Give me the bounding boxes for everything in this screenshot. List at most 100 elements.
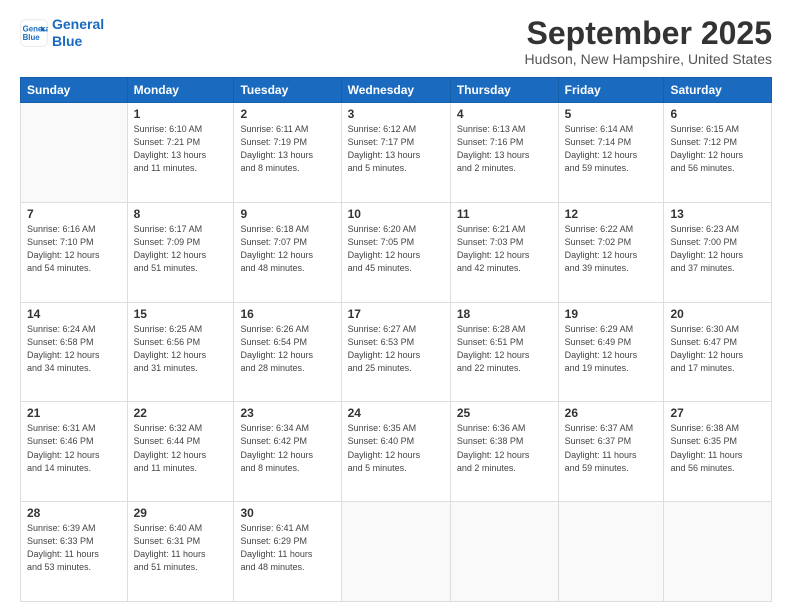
day-number: 13 [670, 207, 765, 221]
logo-label2: Blue [52, 33, 82, 49]
day-number: 26 [565, 406, 658, 420]
calendar-cell: 4Sunrise: 6:13 AMSunset: 7:16 PMDaylight… [450, 103, 558, 203]
location-title: Hudson, New Hampshire, United States [525, 51, 772, 67]
calendar-cell: 7Sunrise: 6:16 AMSunset: 7:10 PMDaylight… [21, 202, 128, 302]
calendar-cell: 19 Sunrise: 6:29 AMSunset: 6:49 PMDayligh… [558, 302, 664, 402]
logo-text: General Blue [52, 16, 104, 50]
day-info: Sunrise: 6:17 AMSunset: 7:09 PMDaylight:… [134, 223, 228, 275]
day-info: Sunrise: 6:34 AMSunset: 6:42 PMDaylight:… [240, 422, 334, 474]
day-number: 3 [348, 107, 444, 121]
logo-icon: General Blue [20, 19, 48, 47]
page: General Blue General Blue September 2025… [0, 0, 792, 612]
calendar-cell: 18 Sunrise: 6:28 AMSunset: 6:51 PMDayligh… [450, 302, 558, 402]
calendar-cell: 27 Sunrise: 6:38 AMSunset: 6:35 PMDayligh… [664, 402, 772, 502]
day-info: Sunrise: 6:39 AMSunset: 6:33 PMDaylight:… [27, 522, 121, 574]
calendar-cell [21, 103, 128, 203]
day-number: 1 [134, 107, 228, 121]
day-info: Sunrise: 6:12 AMSunset: 7:17 PMDaylight:… [348, 123, 444, 175]
calendar-cell: 10 Sunrise: 6:20 AMSunset: 7:05 PMDayligh… [341, 202, 450, 302]
day-number: 19 [565, 307, 658, 321]
day-number: 21 [27, 406, 121, 420]
weekday-header-friday: Friday [558, 78, 664, 103]
calendar-cell: 28Sunrise: 6:39 AMSunset: 6:33 PMDayligh… [21, 502, 128, 602]
day-info: Sunrise: 6:23 AMSunset: 7:00 PMDaylight:… [670, 223, 765, 275]
day-info: Sunrise: 6:24 AMSunset: 6:58 PMDaylight:… [27, 323, 121, 375]
calendar-cell: 20Sunrise: 6:30 AMSunset: 6:47 PMDayligh… [664, 302, 772, 402]
calendar-cell: 2 Sunrise: 6:11 AMSunset: 7:19 PMDaylight… [234, 103, 341, 203]
day-info: Sunrise: 6:26 AMSunset: 6:54 PMDaylight:… [240, 323, 334, 375]
day-info: Sunrise: 6:29 AMSunset: 6:49 PMDaylight:… [565, 323, 658, 375]
day-number: 27 [670, 406, 765, 420]
calendar-week-row: 14 Sunrise: 6:24 AMSunset: 6:58 PMDayligh… [21, 302, 772, 402]
weekday-header-sunday: Sunday [21, 78, 128, 103]
weekday-header-tuesday: Tuesday [234, 78, 341, 103]
calendar-cell: 16 Sunrise: 6:26 AMSunset: 6:54 PMDayligh… [234, 302, 341, 402]
calendar-cell: 29 Sunrise: 6:40 AMSunset: 6:31 PMDayligh… [127, 502, 234, 602]
logo: General Blue General Blue [20, 16, 104, 50]
day-info: Sunrise: 6:22 AMSunset: 7:02 PMDaylight:… [565, 223, 658, 275]
calendar-cell: 9Sunrise: 6:18 AMSunset: 7:07 PMDaylight… [234, 202, 341, 302]
day-number: 15 [134, 307, 228, 321]
calendar-cell: 1 Sunrise: 6:10 AMSunset: 7:21 PMDaylight… [127, 103, 234, 203]
day-info: Sunrise: 6:30 AMSunset: 6:47 PMDaylight:… [670, 323, 765, 375]
calendar-table: SundayMondayTuesdayWednesdayThursdayFrid… [20, 77, 772, 602]
weekday-header-monday: Monday [127, 78, 234, 103]
day-info: Sunrise: 6:37 AMSunset: 6:37 PMDaylight:… [565, 422, 658, 474]
calendar-cell: 8 Sunrise: 6:17 AMSunset: 7:09 PMDaylight… [127, 202, 234, 302]
day-number: 24 [348, 406, 444, 420]
day-number: 23 [240, 406, 334, 420]
weekday-header-thursday: Thursday [450, 78, 558, 103]
day-info: Sunrise: 6:25 AMSunset: 6:56 PMDaylight:… [134, 323, 228, 375]
day-info: Sunrise: 6:36 AMSunset: 6:38 PMDaylight:… [457, 422, 552, 474]
day-number: 14 [27, 307, 121, 321]
calendar-cell: 22 Sunrise: 6:32 AMSunset: 6:44 PMDayligh… [127, 402, 234, 502]
day-info: Sunrise: 6:10 AMSunset: 7:21 PMDaylight:… [134, 123, 228, 175]
calendar-week-row: 28Sunrise: 6:39 AMSunset: 6:33 PMDayligh… [21, 502, 772, 602]
day-info: Sunrise: 6:35 AMSunset: 6:40 PMDaylight:… [348, 422, 444, 474]
day-info: Sunrise: 6:21 AMSunset: 7:03 PMDaylight:… [457, 223, 552, 275]
day-info: Sunrise: 6:18 AMSunset: 7:07 PMDaylight:… [240, 223, 334, 275]
title-block: September 2025 Hudson, New Hampshire, Un… [525, 16, 772, 67]
day-number: 30 [240, 506, 334, 520]
calendar-cell: 13 Sunrise: 6:23 AMSunset: 7:00 PMDayligh… [664, 202, 772, 302]
calendar-cell: 21 Sunrise: 6:31 AMSunset: 6:46 PMDayligh… [21, 402, 128, 502]
calendar-cell [450, 502, 558, 602]
header: General Blue General Blue September 2025… [20, 16, 772, 67]
day-info: Sunrise: 6:20 AMSunset: 7:05 PMDaylight:… [348, 223, 444, 275]
day-info: Sunrise: 6:16 AMSunset: 7:10 PMDaylight:… [27, 223, 121, 275]
calendar-week-row: 21 Sunrise: 6:31 AMSunset: 6:46 PMDayligh… [21, 402, 772, 502]
day-number: 12 [565, 207, 658, 221]
day-number: 22 [134, 406, 228, 420]
day-number: 2 [240, 107, 334, 121]
day-info: Sunrise: 6:13 AMSunset: 7:16 PMDaylight:… [457, 123, 552, 175]
day-info: Sunrise: 6:31 AMSunset: 6:46 PMDaylight:… [27, 422, 121, 474]
calendar-cell: 11Sunrise: 6:21 AMSunset: 7:03 PMDayligh… [450, 202, 558, 302]
month-title: September 2025 [525, 16, 772, 51]
day-number: 18 [457, 307, 552, 321]
calendar-cell: 5Sunrise: 6:14 AMSunset: 7:14 PMDaylight… [558, 103, 664, 203]
day-info: Sunrise: 6:11 AMSunset: 7:19 PMDaylight:… [240, 123, 334, 175]
calendar-cell: 23 Sunrise: 6:34 AMSunset: 6:42 PMDayligh… [234, 402, 341, 502]
calendar-cell: 17 Sunrise: 6:27 AMSunset: 6:53 PMDayligh… [341, 302, 450, 402]
calendar-cell: 15 Sunrise: 6:25 AMSunset: 6:56 PMDayligh… [127, 302, 234, 402]
weekday-header-row: SundayMondayTuesdayWednesdayThursdayFrid… [21, 78, 772, 103]
calendar-cell [341, 502, 450, 602]
day-number: 8 [134, 207, 228, 221]
day-number: 29 [134, 506, 228, 520]
logo-label: General [52, 16, 104, 32]
calendar-cell: 3 Sunrise: 6:12 AMSunset: 7:17 PMDaylight… [341, 103, 450, 203]
day-number: 17 [348, 307, 444, 321]
svg-text:General: General [23, 24, 48, 33]
day-info: Sunrise: 6:32 AMSunset: 6:44 PMDaylight:… [134, 422, 228, 474]
calendar-cell [558, 502, 664, 602]
calendar-cell: 6Sunrise: 6:15 AMSunset: 7:12 PMDaylight… [664, 103, 772, 203]
day-info: Sunrise: 6:27 AMSunset: 6:53 PMDaylight:… [348, 323, 444, 375]
day-number: 25 [457, 406, 552, 420]
day-number: 16 [240, 307, 334, 321]
day-info: Sunrise: 6:28 AMSunset: 6:51 PMDaylight:… [457, 323, 552, 375]
calendar-week-row: 7Sunrise: 6:16 AMSunset: 7:10 PMDaylight… [21, 202, 772, 302]
day-number: 10 [348, 207, 444, 221]
day-info: Sunrise: 6:40 AMSunset: 6:31 PMDaylight:… [134, 522, 228, 574]
day-info: Sunrise: 6:38 AMSunset: 6:35 PMDaylight:… [670, 422, 765, 474]
calendar-cell: 25 Sunrise: 6:36 AMSunset: 6:38 PMDayligh… [450, 402, 558, 502]
